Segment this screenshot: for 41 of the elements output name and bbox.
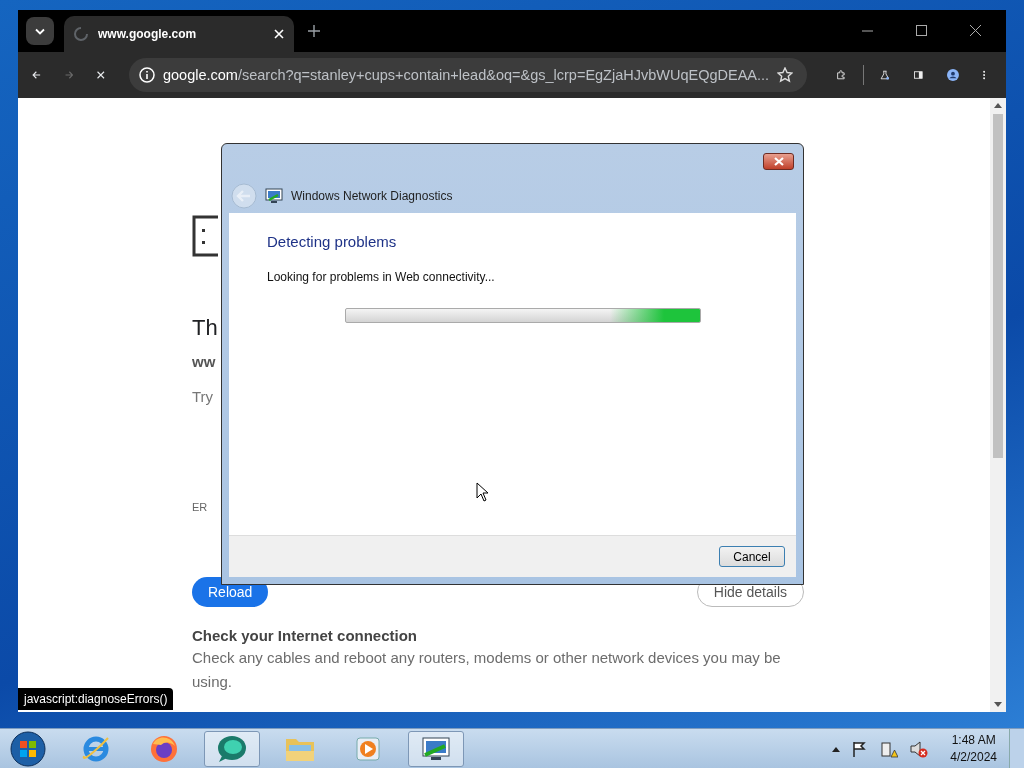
mouse-cursor-icon <box>476 482 489 502</box>
error-code: ER <box>192 501 208 513</box>
clock-time: 1:48 AM <box>951 733 996 747</box>
close-icon[interactable] <box>970 25 982 37</box>
caret-icon <box>35 27 45 35</box>
site-host-text: ww <box>192 353 216 370</box>
url-text: google.com/search?q=stanley+cups+contain+lead&oq=&gs_lcrp=EgZjaHJvbWUqEQgDEAA... <box>162 67 770 83</box>
scroll-down-icon[interactable] <box>994 702 1002 708</box>
hint-text: Try <box>192 388 214 405</box>
tab-search-button[interactable] <box>26 17 54 45</box>
network-app-icon <box>265 188 283 204</box>
clock-date: 4/2/2024 <box>950 750 997 764</box>
power-warning-icon[interactable] <box>880 739 899 758</box>
dialog-title: Windows Network Diagnostics <box>291 189 453 203</box>
maximize-icon[interactable] <box>916 25 928 37</box>
scrollbar[interactable] <box>990 98 1006 712</box>
show-hidden-icons-icon[interactable] <box>832 745 841 752</box>
star-icon[interactable] <box>777 67 794 83</box>
close-icon <box>773 157 784 166</box>
error-title: Th <box>192 315 218 341</box>
close-tab-icon[interactable] <box>274 29 284 39</box>
network-diagnostics-icon[interactable] <box>408 730 464 767</box>
flag-icon[interactable] <box>852 740 869 757</box>
section-heading: Check your Internet connection <box>192 627 418 644</box>
status-message: Looking for problems in Web connectivity... <box>267 270 496 284</box>
start-button[interactable] <box>10 730 46 767</box>
new-tab-icon[interactable] <box>308 25 320 37</box>
scroll-up-icon[interactable] <box>994 102 1002 108</box>
browser-tab[interactable]: www.google.com <box>64 16 294 52</box>
status-bubble: javascript:diagnoseErrors() <box>18 688 174 710</box>
close-button[interactable] <box>763 153 794 170</box>
tab-title: www.google.com <box>98 27 198 41</box>
cancel-button[interactable]: Cancel <box>719 546 785 567</box>
info-icon[interactable] <box>138 67 155 83</box>
address-bar[interactable]: google.com/search?q=stanley+cups+contain+lead&oq=&gs_lcrp=EgZjaHJvbWUqEQgDEAA... <box>128 58 808 92</box>
dialog-heading: Detecting problems <box>267 233 398 250</box>
stop-icon[interactable] <box>97 68 105 82</box>
advice-text: Check any cables and reboot any routers, modems or other network devices you may be using. <box>192 648 782 692</box>
speaker-muted-icon[interactable] <box>910 739 929 758</box>
sad-page-icon <box>192 215 218 257</box>
chat-bubble-icon[interactable] <box>204 730 260 767</box>
